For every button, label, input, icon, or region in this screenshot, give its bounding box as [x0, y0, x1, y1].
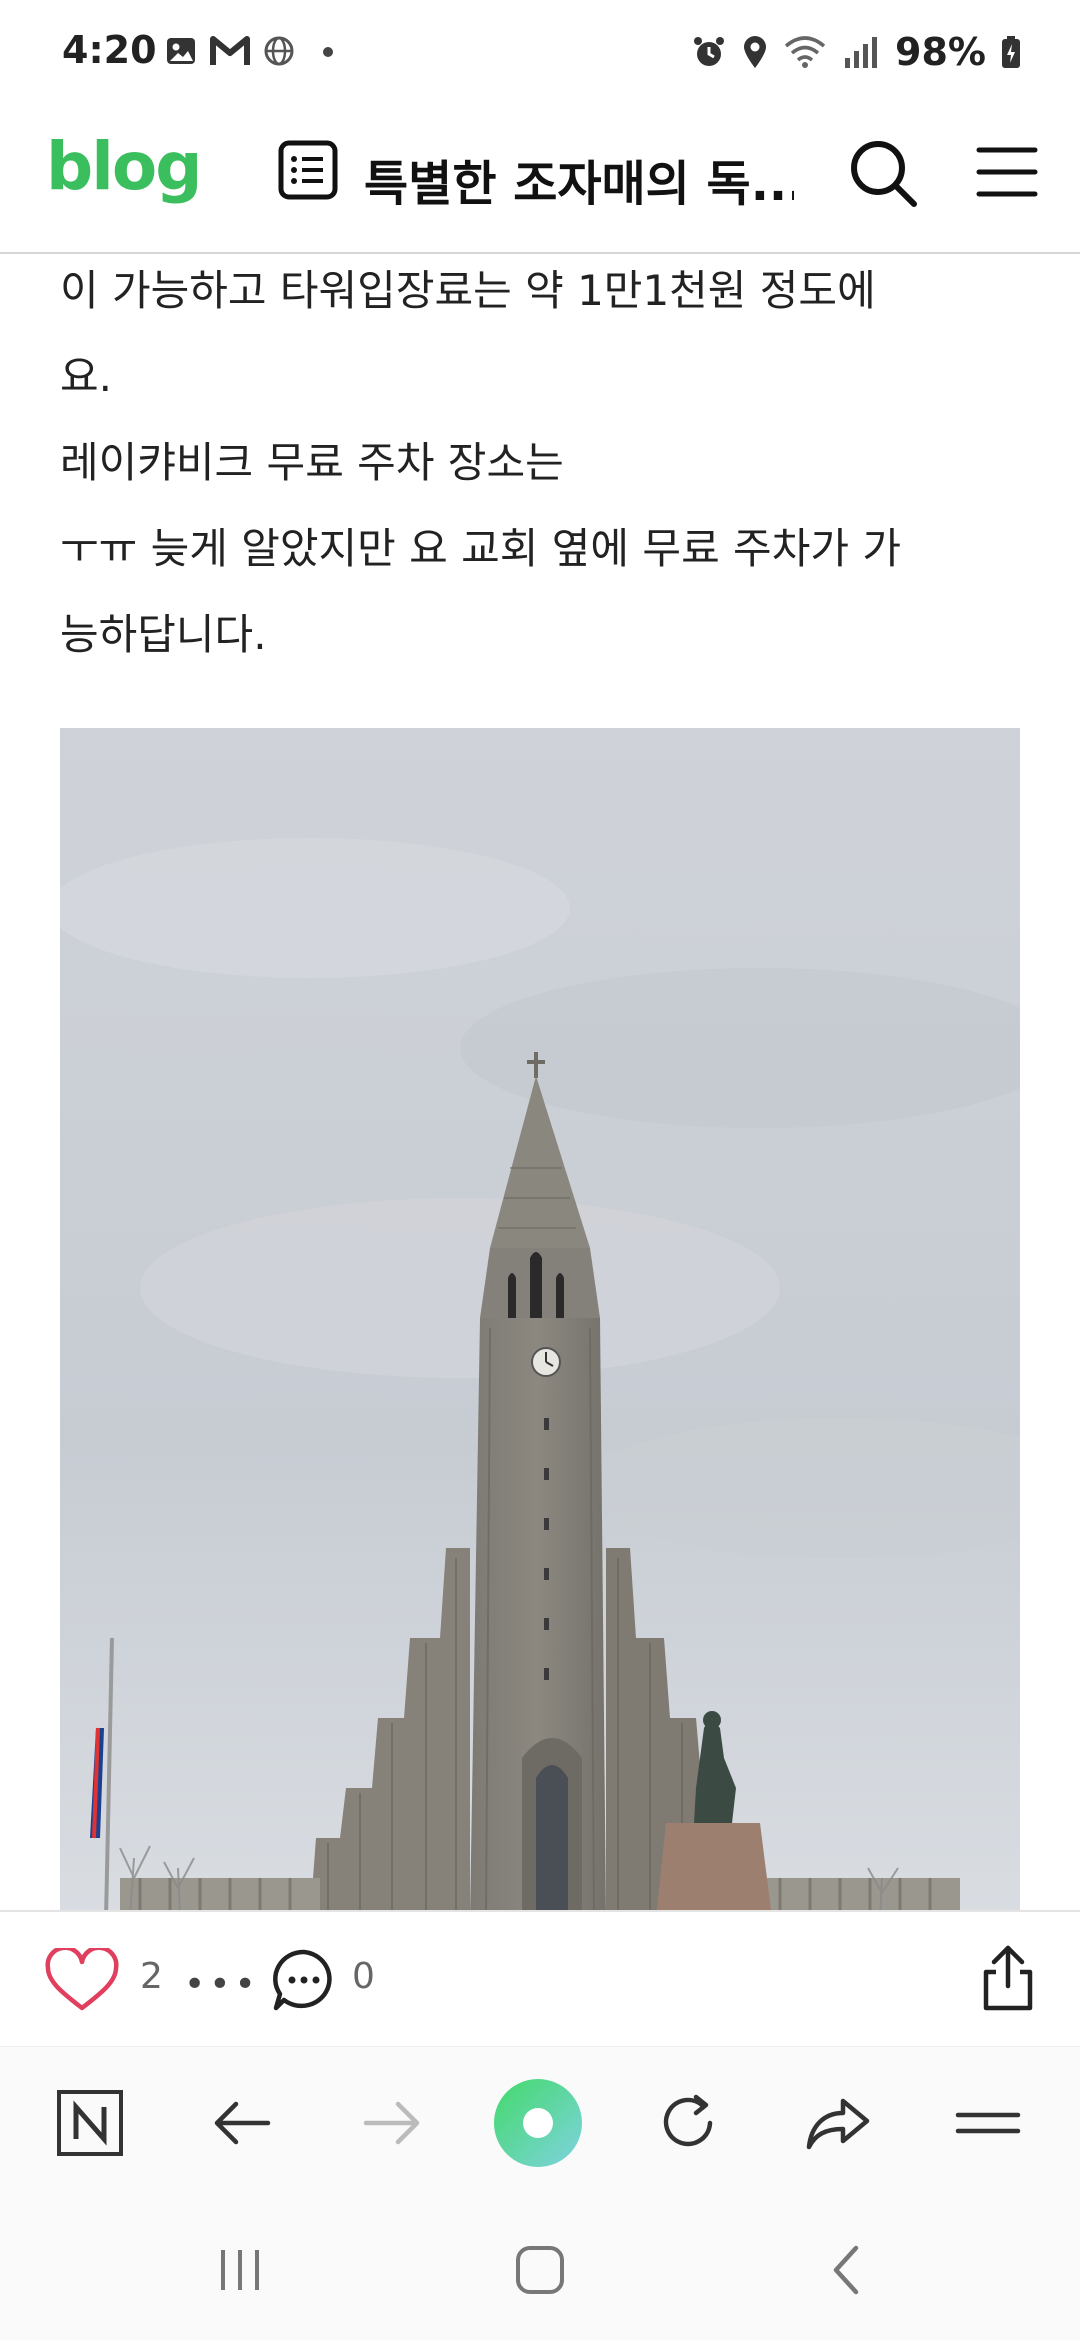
- signal-icon: [845, 37, 878, 68]
- post-line: 능하답니다.: [60, 610, 267, 659]
- notification-icons: [164, 34, 338, 68]
- forward-icon[interactable]: [352, 2083, 432, 2163]
- post-action-bar: 2 ••• 0: [0, 1910, 1080, 2046]
- browser-toolbar: [0, 2046, 1080, 2196]
- back-icon[interactable]: [202, 2083, 282, 2163]
- post-line: ㅜㅠ 늦게 알았지만 요 교회 옆에 무료 주차가 가: [60, 524, 901, 573]
- post-line: 레이캬비크 무료 주차 장소는: [60, 438, 564, 487]
- share-icon[interactable]: [978, 1942, 1038, 2014]
- menu-icon[interactable]: [976, 144, 1038, 200]
- status-bar: 4:20 98%: [0, 0, 1080, 110]
- list-icon[interactable]: [278, 140, 338, 200]
- back-nav-button[interactable]: [816, 2240, 876, 2300]
- gallery-icon: [167, 38, 195, 64]
- status-time: 4:20: [62, 28, 157, 72]
- blog-header: blog 특별한 조자매의 독...: [0, 110, 1080, 254]
- comment-count: 0: [352, 1956, 375, 1997]
- dot-icon: [323, 47, 333, 57]
- battery-percent: 98%: [895, 30, 986, 74]
- heart-icon[interactable]: [44, 1948, 120, 2014]
- menu-lines-icon[interactable]: [948, 2083, 1028, 2163]
- system-nav-bar: [0, 2196, 1080, 2340]
- post-body-text: 이 가능하고 타워입장료는 약 1만1천원 정도에 요. 레이캬비크 무료 주차…: [60, 254, 1020, 678]
- blog-logo[interactable]: blog: [46, 128, 202, 205]
- location-icon: [744, 36, 767, 68]
- naver-home-icon[interactable]: [50, 2083, 130, 2163]
- wifi-icon: [784, 36, 826, 68]
- battery-icon: [1002, 36, 1020, 68]
- green-dot-icon[interactable]: [492, 2077, 584, 2169]
- search-icon[interactable]: [848, 138, 918, 208]
- church-illustration: [60, 728, 1020, 1910]
- post-line: 요.: [60, 352, 112, 401]
- share-arrow-icon[interactable]: [798, 2083, 878, 2163]
- refresh-icon[interactable]: [648, 2083, 728, 2163]
- church-photo[interactable]: [60, 728, 1020, 1910]
- like-count: 2: [140, 1956, 163, 1997]
- home-button[interactable]: [510, 2240, 570, 2300]
- recent-apps-button[interactable]: [210, 2240, 270, 2300]
- post-line: 이 가능하고 타워입장료는 약 1만1천원 정도에: [60, 266, 876, 315]
- comment-icon[interactable]: [270, 1946, 338, 2014]
- alarm-icon: [694, 37, 725, 66]
- post-content[interactable]: 이 가능하고 타워입장료는 약 1만1천원 정도에 요. 레이캬비크 무료 주차…: [0, 254, 1080, 1910]
- globe-icon: [264, 36, 294, 66]
- more-options-button[interactable]: •••: [184, 1964, 260, 2005]
- system-icons: 98%: [691, 30, 1022, 74]
- gmail-icon: [210, 36, 250, 65]
- post-title[interactable]: 특별한 조자매의 독...: [364, 144, 794, 214]
